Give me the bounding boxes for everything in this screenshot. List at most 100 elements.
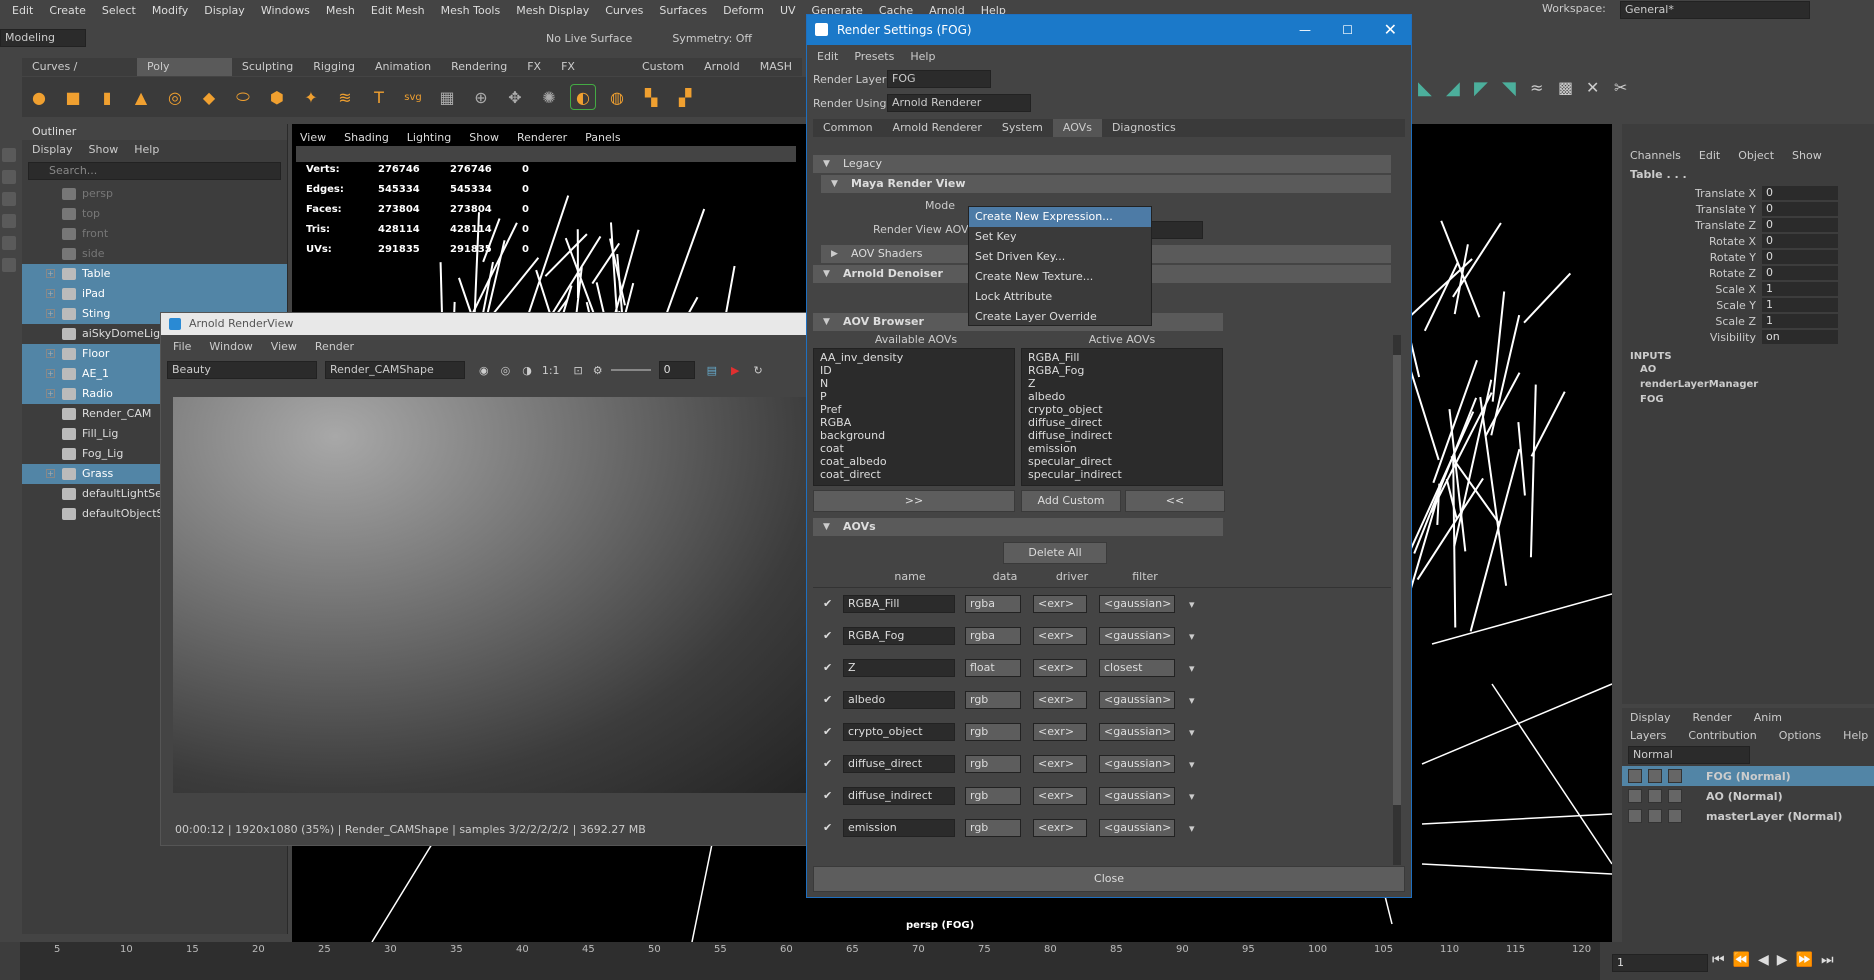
menu-item-10[interactable]: Curves <box>605 4 643 17</box>
aov-filter-field[interactable]: <gaussian> <box>1099 595 1175 613</box>
shelf-tab-0[interactable]: Curves / Surfaces <box>22 58 137 91</box>
shelf-tab-3[interactable]: Rigging <box>303 58 365 76</box>
shelf-tab-4[interactable]: Animation <box>365 58 441 76</box>
clapper-icon[interactable] <box>1668 769 1682 783</box>
ratio-label[interactable]: 1:1 <box>542 364 560 377</box>
renderview-menu-2[interactable]: View <box>271 340 297 353</box>
aov-filter-field[interactable]: <gaussian> <box>1099 787 1175 805</box>
outliner-item[interactable]: + iPad <box>22 284 287 304</box>
channel-attr-value[interactable]: 1 <box>1762 298 1838 312</box>
aov-data-field[interactable]: rgb <box>965 691 1021 709</box>
channel-menu-0[interactable]: Channels <box>1630 149 1681 162</box>
lasso-tool-icon[interactable] <box>2 170 16 184</box>
sphere-icon[interactable]: ● <box>26 84 52 110</box>
render-toggle-icon[interactable] <box>1628 789 1642 803</box>
shelf-tab-9[interactable]: Arnold <box>694 58 750 76</box>
aov-name-field[interactable]: emission <box>843 819 955 837</box>
aov-enabled-checkbox[interactable]: ✔ <box>823 822 835 834</box>
uv-sew-icon[interactable]: ◥ <box>1502 78 1530 99</box>
torus-icon[interactable]: ◎ <box>162 84 188 110</box>
aov-data-field[interactable]: rgb <box>965 755 1021 773</box>
rs-scrollbar[interactable] <box>1393 335 1401 865</box>
renderview-menu-1[interactable]: Window <box>209 340 252 353</box>
available-aovs-list[interactable]: AA_inv_density ID N P Pref RGBA background coat… <box>813 348 1015 486</box>
context-menu-item[interactable]: Create New Texture... <box>969 267 1151 287</box>
crop-icon[interactable]: ⊡ <box>574 364 583 377</box>
live-surface-label[interactable]: No Live Surface <box>546 32 632 45</box>
context-menu-item[interactable]: Set Driven Key... <box>969 247 1151 267</box>
channel-attr-row[interactable]: Translate X 0 <box>1622 185 1874 201</box>
grid-icon[interactable]: ▦ <box>434 84 460 110</box>
active-aov-item[interactable]: emission <box>1028 442 1216 455</box>
outliner-item[interactable]: front <box>22 224 287 244</box>
exposure-slider[interactable] <box>610 369 651 371</box>
aov-driver-field[interactable]: <exr> <box>1033 659 1087 677</box>
checker-icon[interactable]: ▩ <box>1558 78 1586 99</box>
uv-cut-icon[interactable]: ◤ <box>1474 78 1502 99</box>
available-aov-item[interactable]: P <box>820 390 1008 403</box>
tab-3[interactable]: AOVs <box>1052 119 1102 137</box>
active-aovs-list[interactable]: RGBA_Fill RGBA_Fog Zalbedo crypto_object dif… <box>1021 348 1223 486</box>
soft-select-icon[interactable]: ◐ <box>570 84 596 110</box>
outliner-menu-2[interactable]: Help <box>134 143 159 156</box>
menu-item-4[interactable]: Display <box>204 4 245 17</box>
expand-icon[interactable]: + <box>46 269 55 278</box>
channel-attr-row[interactable]: Rotate Y 0 <box>1622 249 1874 265</box>
channel-attr-row[interactable]: Scale Z 1 <box>1622 313 1874 329</box>
render-settings-menu-2[interactable]: Help <box>910 50 935 63</box>
shelf-tab-7[interactable]: FX Caching <box>551 58 632 91</box>
render-settings-menu-0[interactable]: Edit <box>817 50 838 63</box>
menu-item-11[interactable]: Surfaces <box>659 4 707 17</box>
aov-filter-field[interactable]: <gaussian> <box>1099 691 1175 709</box>
aov-filter-field[interactable]: closest <box>1099 659 1175 677</box>
scale-tool-icon[interactable] <box>2 258 16 272</box>
shelf-tab-6[interactable]: FX <box>517 58 551 76</box>
aov-driver-field[interactable]: <exr> <box>1033 755 1087 773</box>
aov-name-field[interactable]: albedo <box>843 691 955 709</box>
render-layer-row[interactable]: masterLayer (Normal) <box>1622 806 1874 826</box>
aov-name-field[interactable]: RGBA_Fill <box>843 595 955 613</box>
active-aov-item[interactable]: crypto_object <box>1028 403 1216 416</box>
viewport-menu-3[interactable]: Show <box>469 131 499 144</box>
aov-name-field[interactable]: crypto_object <box>843 723 955 741</box>
helix-icon[interactable]: ≋ <box>332 84 358 110</box>
aov-name-field[interactable]: diffuse_direct <box>843 755 955 773</box>
cube-icon[interactable]: ■ <box>60 84 86 110</box>
menu-item-2[interactable]: Select <box>102 4 136 17</box>
aov-enabled-checkbox[interactable]: ✔ <box>823 630 835 642</box>
active-aov-item[interactable]: Z <box>1028 377 1216 390</box>
workspace-dropdown[interactable]: General* <box>1620 1 1810 19</box>
rgb-icon[interactable]: ◎ <box>501 364 511 377</box>
context-menu-item[interactable]: Create Layer Override <box>969 307 1151 327</box>
channel-attr-value[interactable]: 1 <box>1762 282 1838 296</box>
available-aov-item[interactable]: ID <box>820 364 1008 377</box>
aov-driver-field[interactable]: <exr> <box>1033 691 1087 709</box>
channel-attr-row[interactable]: Rotate Z 0 <box>1622 265 1874 281</box>
outliner-search-input[interactable]: Search... <box>28 162 281 180</box>
tab-4[interactable]: Diagnostics <box>1102 119 1186 137</box>
active-aov-item[interactable]: albedo <box>1028 390 1216 403</box>
move-icon[interactable]: ✥ <box>502 84 528 110</box>
expand-icon[interactable]: + <box>46 349 55 358</box>
channel-attr-row[interactable]: Visibility on <box>1622 329 1874 345</box>
expand-icon[interactable]: + <box>46 389 55 398</box>
dropdown-arrow-icon[interactable]: ▾ <box>1189 726 1195 739</box>
channel-menu-3[interactable]: Show <box>1792 149 1822 162</box>
channel-attr-row[interactable]: Translate Z 0 <box>1622 217 1874 233</box>
maximize-icon[interactable]: ☐ <box>1342 15 1353 45</box>
available-aov-item[interactable]: coat <box>820 442 1008 455</box>
dropdown-arrow-icon[interactable]: ▾ <box>1189 694 1195 707</box>
minimize-icon[interactable]: — <box>1299 15 1311 45</box>
lock-icon[interactable] <box>1648 809 1662 823</box>
channel-attr-value[interactable]: 0 <box>1762 234 1838 248</box>
tool-icon[interactable]: ✂ <box>1614 78 1642 99</box>
platonic-icon[interactable]: ⬢ <box>264 84 290 110</box>
renderview-menu-3[interactable]: Render <box>315 340 354 353</box>
add-aov-button[interactable]: >> <box>813 490 1015 512</box>
cone-icon[interactable]: ▲ <box>128 84 154 110</box>
dropdown-arrow-icon[interactable]: ▾ <box>1189 822 1195 835</box>
viewport-menu-0[interactable]: View <box>300 131 326 144</box>
exposure-field[interactable]: 0 <box>658 361 695 379</box>
render-layer-row[interactable]: FOG (Normal) <box>1622 766 1874 786</box>
available-aov-item[interactable]: background <box>820 429 1008 442</box>
